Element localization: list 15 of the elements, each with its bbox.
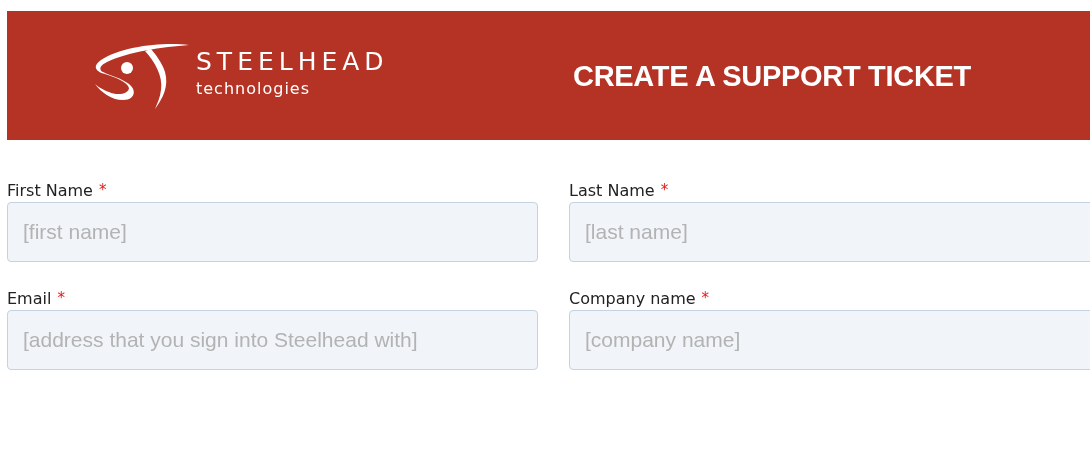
input-field[interactable]: [first name] xyxy=(7,202,538,262)
brand-tagline: technologies xyxy=(196,78,311,99)
field-label: Company name xyxy=(569,288,696,310)
page-title: CREATE A SUPPORT TICKET xyxy=(573,60,972,93)
field-label: Email xyxy=(7,288,52,310)
input-field[interactable]: [company name] xyxy=(569,310,1090,370)
required-asterisk: * xyxy=(660,180,669,200)
input-field[interactable]: [address that you sign into Steelhead with] xyxy=(7,310,538,370)
required-asterisk: * xyxy=(98,180,107,200)
field-label: First Name xyxy=(7,180,93,202)
field-label: Last Name xyxy=(569,180,655,202)
brand-name: STEELHEAD xyxy=(196,46,389,77)
input-field[interactable]: [last name] xyxy=(569,202,1090,262)
required-asterisk: * xyxy=(57,288,65,308)
required-asterisk: * xyxy=(701,288,710,308)
